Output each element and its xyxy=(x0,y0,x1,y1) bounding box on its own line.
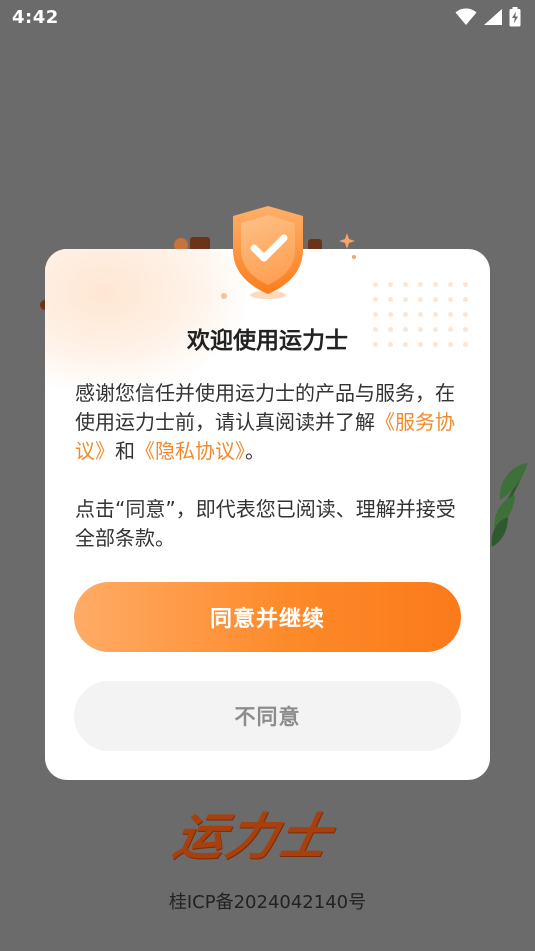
icp-license-text: 桂ICP备2024042140号 xyxy=(168,892,367,913)
privacy-agreement-link[interactable]: 《隐私协议》 xyxy=(135,439,245,463)
cellular-signal-icon xyxy=(483,8,503,26)
notice-paragraph: 点击“同意”，即代表您已阅读、理解并接受全部条款。 xyxy=(75,497,456,550)
agree-continue-button[interactable]: 同意并继续 xyxy=(74,582,461,652)
battery-charging-icon xyxy=(509,7,521,27)
dialog-glow-decoration xyxy=(45,249,245,389)
disagree-button[interactable]: 不同意 xyxy=(74,681,461,751)
sparkle-dot-icon xyxy=(220,285,228,304)
wifi-icon xyxy=(455,8,477,26)
status-time: 4:42 xyxy=(12,7,59,28)
conjunction-text: 和 xyxy=(115,439,135,463)
shield-check-icon xyxy=(229,204,307,306)
status-icons xyxy=(455,7,521,27)
app-logo: 运力士 xyxy=(168,808,338,866)
status-bar: 4:42 xyxy=(0,0,535,36)
end-punctuation: 。 xyxy=(245,439,265,463)
dialog-body: 感谢您信任并使用运力士的产品与服务，在使用运力士前，请认真阅读并了解《服务协议》… xyxy=(75,379,460,553)
dialog-title: 欢迎使用运力士 xyxy=(187,328,348,354)
privacy-dialog: 欢迎使用运力士 感谢您信任并使用运力士的产品与服务，在使用运力士前，请认真阅读并… xyxy=(45,206,490,780)
sparkle-icon xyxy=(338,233,358,267)
agreement-paragraph: 感谢您信任并使用运力士的产品与服务，在使用运力士前，请认真阅读并了解《服务协议》… xyxy=(75,379,460,466)
